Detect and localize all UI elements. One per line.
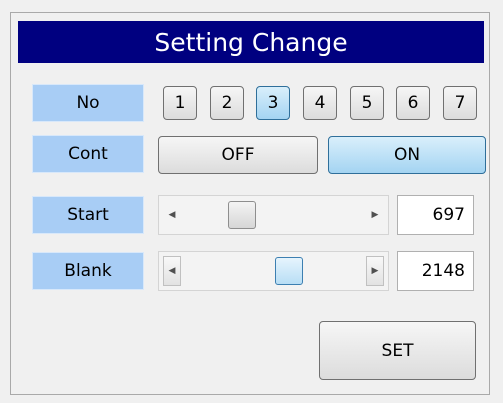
dialog-title: Setting Change bbox=[18, 21, 484, 63]
cont-off-button[interactable]: OFF bbox=[158, 136, 318, 174]
right-arrow-icon[interactable]: ▶ bbox=[366, 196, 384, 234]
start-value: 697 bbox=[397, 195, 474, 235]
blank-value: 2148 bbox=[397, 251, 474, 291]
number-button-1[interactable]: 1 bbox=[163, 86, 197, 120]
right-arrow-icon[interactable]: ▶ bbox=[366, 256, 384, 286]
label-start: Start bbox=[32, 196, 144, 234]
blank-scrollbar[interactable]: ◀ ▶ bbox=[158, 251, 389, 291]
left-arrow-icon[interactable]: ◀ bbox=[163, 256, 181, 286]
blank-scroll-thumb[interactable] bbox=[275, 257, 304, 285]
set-button[interactable]: SET bbox=[319, 321, 476, 380]
number-button-4[interactable]: 4 bbox=[303, 86, 337, 120]
label-cont: Cont bbox=[32, 135, 144, 173]
start-scroll-thumb[interactable] bbox=[228, 201, 257, 229]
left-arrow-icon[interactable]: ◀ bbox=[163, 196, 181, 234]
number-button-7[interactable]: 7 bbox=[443, 86, 477, 120]
number-button-5[interactable]: 5 bbox=[350, 86, 384, 120]
number-button-3[interactable]: 3 bbox=[256, 86, 290, 120]
label-blank: Blank bbox=[32, 252, 144, 290]
cont-on-button[interactable]: ON bbox=[328, 136, 486, 174]
number-button-6[interactable]: 6 bbox=[396, 86, 430, 120]
start-scrollbar[interactable]: ◀ ▶ bbox=[158, 195, 389, 235]
label-no: No bbox=[32, 84, 144, 122]
number-button-2[interactable]: 2 bbox=[210, 86, 244, 120]
